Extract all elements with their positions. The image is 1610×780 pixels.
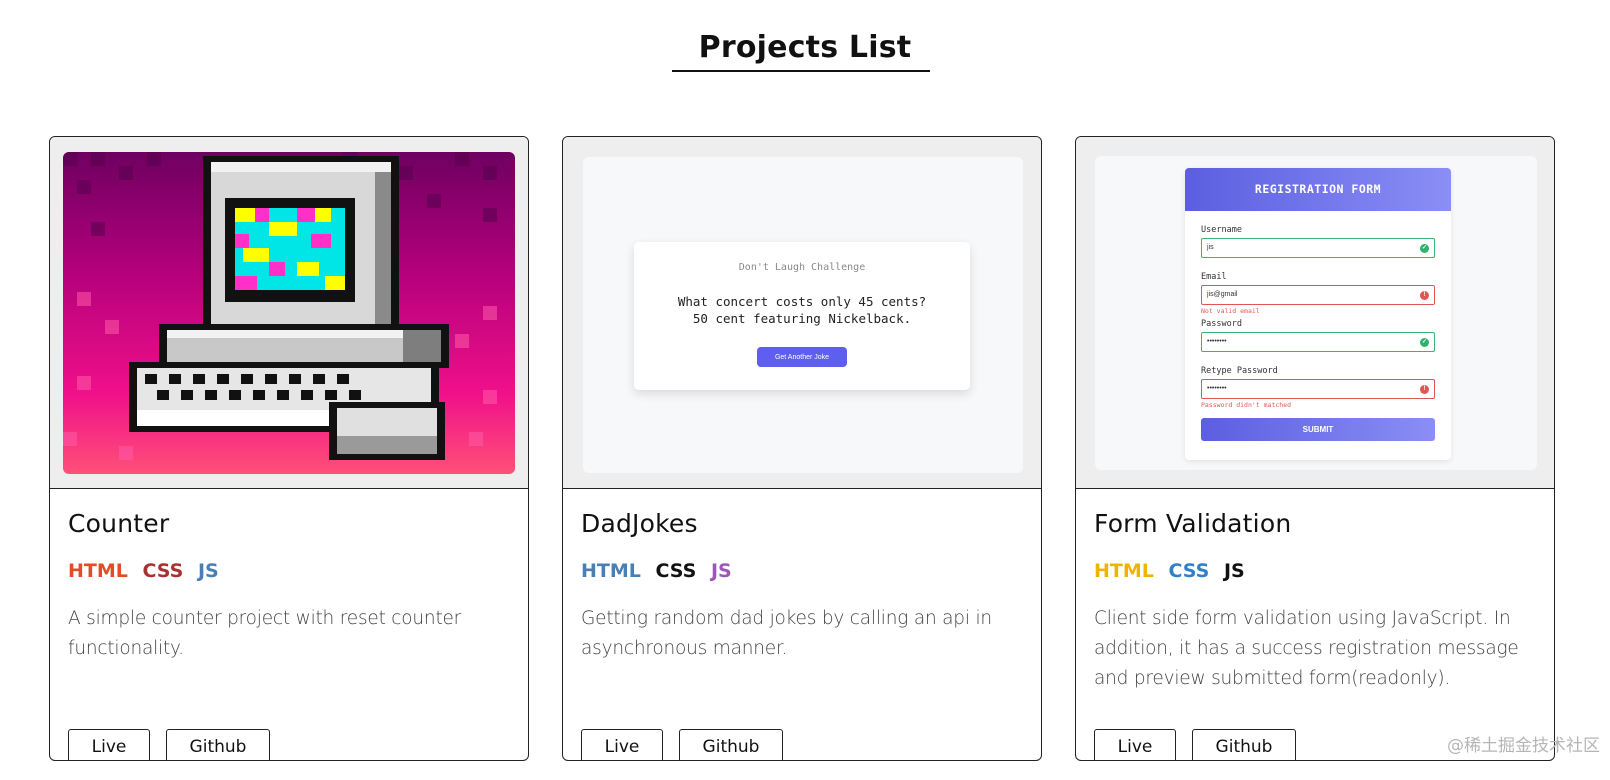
- project-title: DadJokes: [581, 509, 698, 538]
- project-description: Client side form validation using JavaSc…: [1094, 608, 1519, 689]
- form-preview-submit: SUBMIT: [1201, 418, 1435, 441]
- card-body: DadJokes HTML CSS JS Getting random dad …: [563, 509, 1041, 760]
- project-thumbnail: REGISTRATION FORM Username jis ✓ Email j…: [1076, 137, 1554, 489]
- pixel-computer-image: [63, 152, 515, 474]
- jokes-preview-text: What concert costs only 45 cents? 50 cen…: [634, 293, 970, 327]
- project-card-dadjokes: Don't Laugh Challenge What concert costs…: [562, 136, 1042, 761]
- joke-line: What concert costs only 45 cents?: [677, 294, 927, 309]
- tag-js: JS: [1223, 560, 1245, 582]
- tag-css: CSS: [655, 560, 697, 582]
- tag-css: CSS: [142, 560, 184, 582]
- github-button[interactable]: Github: [679, 729, 783, 760]
- tag-html: HTML: [1094, 560, 1154, 582]
- watermark: @稀土掘金技术社区: [1447, 736, 1600, 756]
- card-body: Counter HTML CSS JS A simple counter pro…: [50, 509, 528, 760]
- github-button[interactable]: Github: [1192, 729, 1296, 760]
- check-icon: ✓: [1420, 338, 1429, 347]
- form-preview-heading: REGISTRATION FORM: [1185, 168, 1451, 211]
- project-description: Getting random dad jokes by calling an a…: [581, 608, 992, 659]
- card-actions: Live Github: [581, 729, 783, 760]
- password-label: Password: [1201, 319, 1242, 329]
- form-preview-card: REGISTRATION FORM Username jis ✓ Email j…: [1185, 168, 1451, 460]
- title-underline: [672, 70, 930, 72]
- jokes-preview-heading: Don't Laugh Challenge: [738, 262, 866, 273]
- retype-password-label: Retype Password: [1201, 366, 1278, 376]
- tech-tags: HTML CSS JS: [581, 560, 1023, 582]
- retype-password-error: Password didn't matched: [1201, 401, 1292, 409]
- project-card-form-validation: REGISTRATION FORM Username jis ✓ Email j…: [1075, 136, 1555, 761]
- error-icon: !: [1420, 385, 1429, 394]
- username-label: Username: [1201, 225, 1242, 235]
- project-title: Form Validation: [1094, 509, 1292, 538]
- tag-html: HTML: [581, 560, 641, 582]
- tag-html: HTML: [68, 560, 128, 582]
- live-button[interactable]: Live: [581, 729, 663, 760]
- live-button[interactable]: Live: [68, 729, 150, 760]
- card-actions: Live Github: [68, 729, 270, 760]
- password-value: ••••••••: [1207, 338, 1227, 345]
- retype-password-field: •••••••• !: [1201, 379, 1435, 399]
- github-button[interactable]: Github: [166, 729, 270, 760]
- username-field: jis ✓: [1201, 238, 1435, 258]
- tech-tags: HTML CSS JS: [68, 560, 510, 582]
- jokes-preview-button: Get Another Joke: [757, 347, 847, 367]
- email-value: jis@gmail: [1207, 291, 1238, 298]
- card-actions: Live Github: [1094, 729, 1296, 760]
- tag-js: JS: [710, 560, 732, 582]
- joke-line: 50 cent featuring Nickelback.: [692, 311, 912, 326]
- retype-password-value: ••••••••: [1207, 385, 1227, 392]
- email-field: jis@gmail !: [1201, 285, 1435, 305]
- email-label: Email: [1201, 272, 1227, 282]
- jokes-preview-card: Don't Laugh Challenge What concert costs…: [634, 242, 970, 390]
- password-field: •••••••• ✓: [1201, 332, 1435, 352]
- project-description: A simple counter project with reset coun…: [68, 608, 462, 659]
- tag-css: CSS: [1168, 560, 1210, 582]
- username-value: jis: [1207, 244, 1214, 251]
- tag-js: JS: [197, 560, 219, 582]
- page-title: Projects List: [698, 30, 912, 65]
- card-body: Form Validation HTML CSS JS Client side …: [1076, 509, 1554, 760]
- email-error: Not valid email: [1201, 307, 1260, 315]
- project-title: Counter: [68, 509, 170, 538]
- check-icon: ✓: [1420, 244, 1429, 253]
- tech-tags: HTML CSS JS: [1094, 560, 1536, 582]
- live-button[interactable]: Live: [1094, 729, 1176, 760]
- project-card-counter: Counter HTML CSS JS A simple counter pro…: [49, 136, 529, 761]
- project-thumbnail: [50, 137, 528, 489]
- project-thumbnail: Don't Laugh Challenge What concert costs…: [563, 137, 1041, 489]
- error-icon: !: [1420, 291, 1429, 300]
